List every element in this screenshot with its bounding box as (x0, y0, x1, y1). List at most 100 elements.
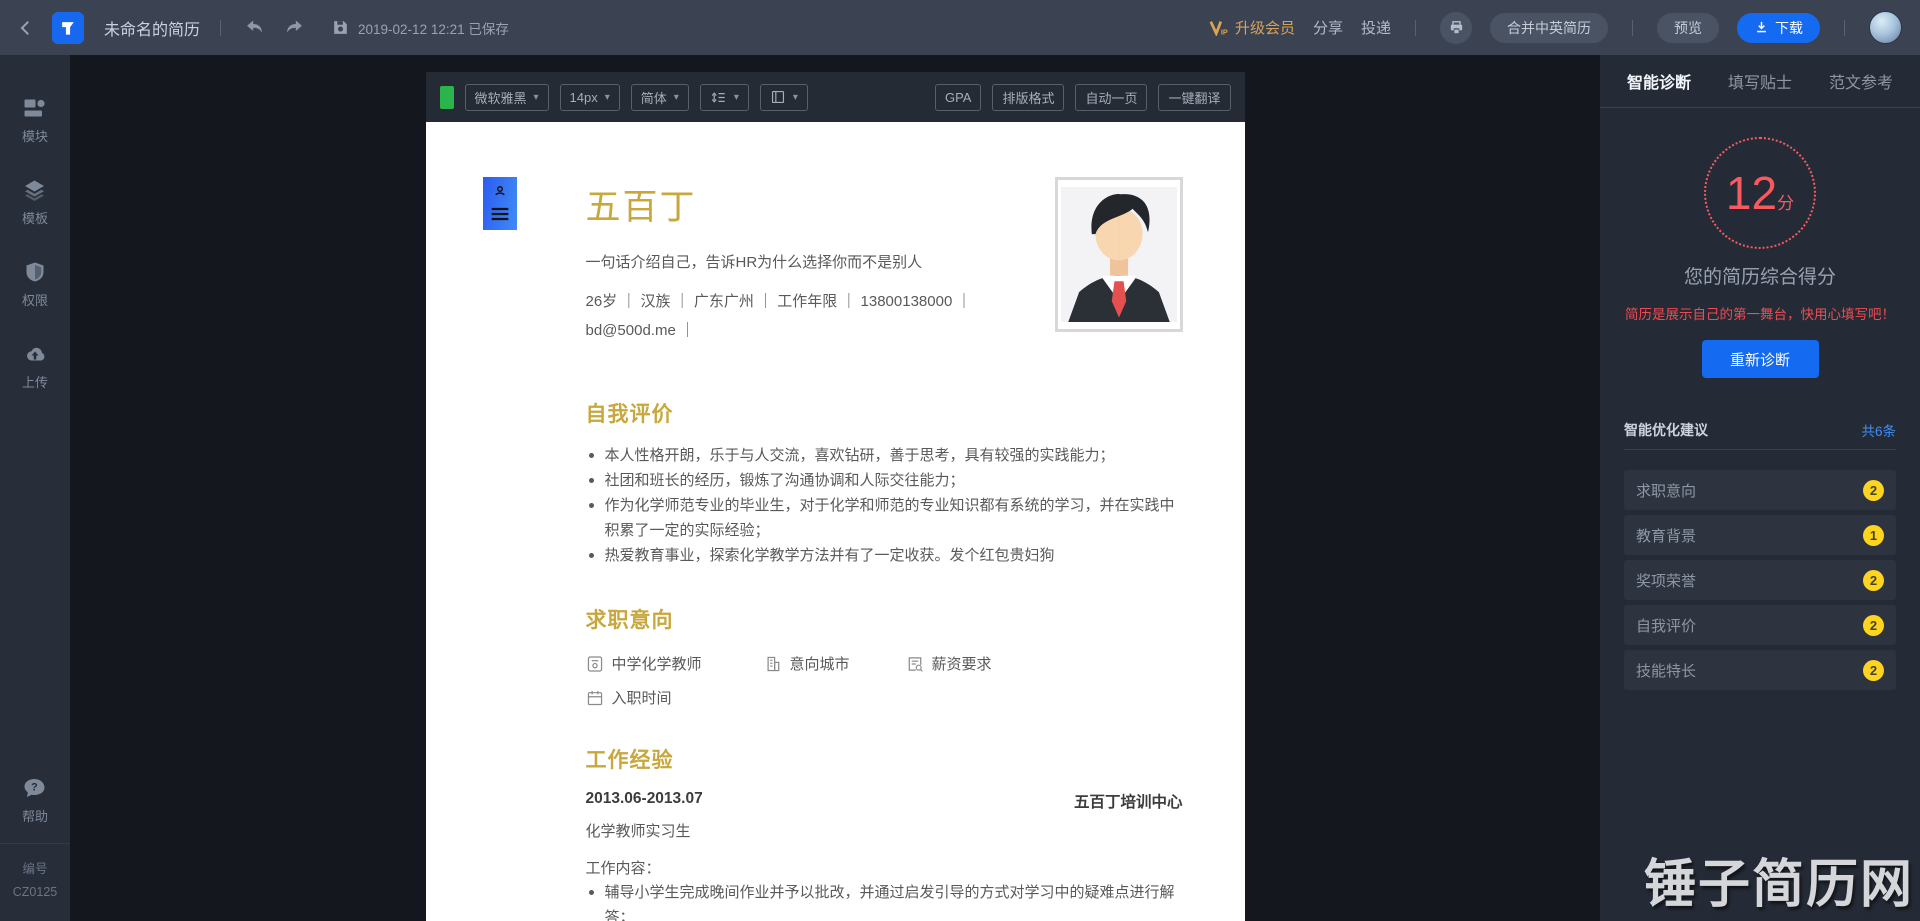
vip-icon: IP (1209, 20, 1228, 36)
resume-photo[interactable] (1054, 177, 1183, 332)
upload-cloud-icon (27, 347, 45, 361)
calendar-icon (587, 690, 602, 705)
suggestions-title: 智能优化建议 (1624, 422, 1708, 438)
badge-icon (587, 655, 602, 672)
gpa-button[interactable]: GPA (934, 83, 982, 111)
font-size-dropdown[interactable]: 14px ▾ (559, 83, 620, 111)
sidebar-item-permissions[interactable]: 权限 (22, 261, 48, 309)
svg-text:?: ? (31, 781, 38, 793)
document-title[interactable]: 未命名的简历 (104, 16, 200, 40)
work-date: 2013.06-2013.07 (585, 790, 703, 807)
section-work-experience[interactable]: 工作经验 2013.06-2013.07 五百丁培训中心 化学教师实习生 工作内… (586, 744, 1183, 921)
divider (1844, 19, 1845, 36)
divider (0, 842, 70, 844)
save-timestamp: 2019-02-12 12:21 已保存 (358, 21, 509, 37)
divider (1624, 449, 1896, 450)
suggestion-education[interactable]: 教育背景 1 (1624, 515, 1896, 555)
vip-label: 升级会员 (1234, 20, 1295, 37)
tab-sample-reference[interactable]: 范文参考 (1829, 69, 1893, 93)
intent-position[interactable]: 中学化学教师 (586, 653, 764, 674)
templates-icon (25, 180, 45, 201)
user-avatar[interactable] (1869, 11, 1902, 44)
suggestion-skills[interactable]: 技能特长 2 (1624, 650, 1896, 690)
tab-smart-diagnosis[interactable]: 智能诊断 (1627, 69, 1691, 93)
section-title: 求职意向 (585, 609, 674, 632)
page-layout-dropdown[interactable]: ▾ (759, 83, 808, 111)
modules-icon (24, 99, 46, 117)
sidebar-item-help[interactable]: ? 帮助 (22, 778, 48, 825)
section-job-intent[interactable]: 求职意向 中学化学教师 意向城市 薪资要求 入职时间 (586, 604, 1183, 708)
count-badge: 2 (1863, 569, 1884, 591)
building-icon (766, 656, 779, 671)
undo-button[interactable] (241, 15, 267, 41)
page-margin-icon (771, 90, 784, 104)
language-dropdown[interactable]: 简体 ▾ (630, 83, 689, 111)
sidebar-item-templates[interactable]: 模板 (22, 179, 48, 227)
left-sidebar: 模块 模板 权限 上传 ? 帮助 编号 CZ0125 (0, 55, 70, 921)
sidebar-item-modules[interactable]: 模块 (22, 97, 48, 145)
redo-button[interactable] (281, 15, 307, 41)
download-label: 下载 (1775, 19, 1803, 36)
download-button[interactable]: 下载 (1737, 12, 1820, 43)
resume-basic-info[interactable]: 五百丁 一句话介绍自己，告诉HR为什么选择你而不是别人 26岁 ｜ 汉族 ｜ 广… (586, 177, 1183, 362)
rediagnose-button[interactable]: 重新诊断 (1701, 340, 1819, 378)
undo-icon (246, 20, 262, 33)
format-button[interactable]: 排版格式 (992, 83, 1065, 111)
sidebar-item-label: 上传 (21, 375, 48, 390)
sidebar-item-label: 帮助 (21, 808, 48, 824)
suggestion-label: 求职意向 (1636, 482, 1697, 500)
intent-label: 入职时间 (611, 690, 672, 707)
app-logo[interactable] (52, 11, 84, 44)
redo-icon (286, 20, 302, 33)
section-self-evaluation[interactable]: 自我评价 本人性格开朗，乐于与人交流，喜欢钻研，善于思考，具有较强的实践能力； … (586, 398, 1183, 568)
preview-button[interactable]: 预览 (1657, 12, 1719, 43)
font-family-dropdown[interactable]: 微软雅黑 ▾ (464, 83, 549, 111)
caret-down-icon: ▾ (604, 91, 610, 103)
count-badge: 2 (1863, 659, 1884, 681)
suggestion-label: 技能特长 (1636, 662, 1697, 680)
help-bubble-icon: ? (24, 778, 45, 797)
hammer-logo-icon (62, 21, 74, 35)
score-value: 12 (1725, 167, 1778, 219)
line-spacing-icon (711, 91, 725, 103)
suggestion-self-evaluation[interactable]: 自我评价 2 (1624, 605, 1896, 645)
panel-tabs: 智能诊断 填写贴士 范文参考 (1600, 55, 1920, 108)
module-drag-handle[interactable] (482, 177, 517, 230)
theme-color-swatch[interactable] (439, 85, 454, 109)
count-badge: 2 (1863, 479, 1884, 501)
chevron-left-icon (20, 20, 29, 35)
intent-start-date[interactable]: 入职时间 (586, 687, 764, 708)
list-item: 热爱教育事业，探索化学教学方法并有了一定收获。发个红包贵妇狗 (586, 543, 1183, 568)
auto-one-page-button[interactable]: 自动一页 (1075, 83, 1148, 111)
line-spacing-dropdown[interactable]: ▾ (699, 83, 749, 111)
merge-cn-en-button[interactable]: 合并中英简历 (1490, 12, 1608, 43)
intent-label: 意向城市 (789, 656, 850, 673)
resume-code-label: 编号 (22, 861, 48, 876)
divider (1415, 19, 1416, 36)
divider (220, 19, 222, 36)
section-title: 自我评价 (585, 403, 674, 426)
back-button[interactable] (14, 16, 38, 40)
list-item: 辅导小学生完成晚间作业并予以批改，并通过启发引导的方式对学习中的疑难点进行解答； (586, 880, 1183, 921)
font-family-value: 微软雅黑 (474, 90, 527, 106)
section-title: 工作经验 (585, 749, 674, 772)
deliver-button[interactable]: 投递 (1361, 17, 1391, 38)
intent-salary[interactable]: 薪资要求 (906, 653, 1183, 674)
intent-label: 薪资要求 (931, 656, 992, 673)
upgrade-vip-button[interactable]: IP 升级会员 (1209, 17, 1295, 38)
count-badge: 2 (1863, 614, 1884, 636)
suggestions-count[interactable]: 共6条 (1861, 420, 1896, 440)
translate-button[interactable]: 一键翻译 (1158, 83, 1231, 111)
resume-code-value: CZ0125 (12, 885, 58, 900)
suggestion-job-intent[interactable]: 求职意向 2 (1624, 470, 1896, 510)
print-button[interactable] (1440, 11, 1472, 44)
sidebar-item-upload[interactable]: 上传 (22, 343, 48, 391)
intent-city[interactable]: 意向城市 (764, 653, 906, 674)
document-toolbar: 微软雅黑 ▾ 14px ▾ 简体 ▾ ▾ ▾ GPA 排版格式 自动一页 一键翻… (425, 72, 1245, 122)
suggestion-awards[interactable]: 奖项荣誉 2 (1624, 560, 1896, 600)
avatar-cartoon-man (1060, 186, 1177, 323)
sidebar-item-label: 模块 (21, 129, 48, 144)
score-label: 您的简历综合得分 (1683, 267, 1836, 288)
tab-fill-tips[interactable]: 填写贴士 (1728, 69, 1792, 93)
share-button[interactable]: 分享 (1313, 17, 1343, 38)
